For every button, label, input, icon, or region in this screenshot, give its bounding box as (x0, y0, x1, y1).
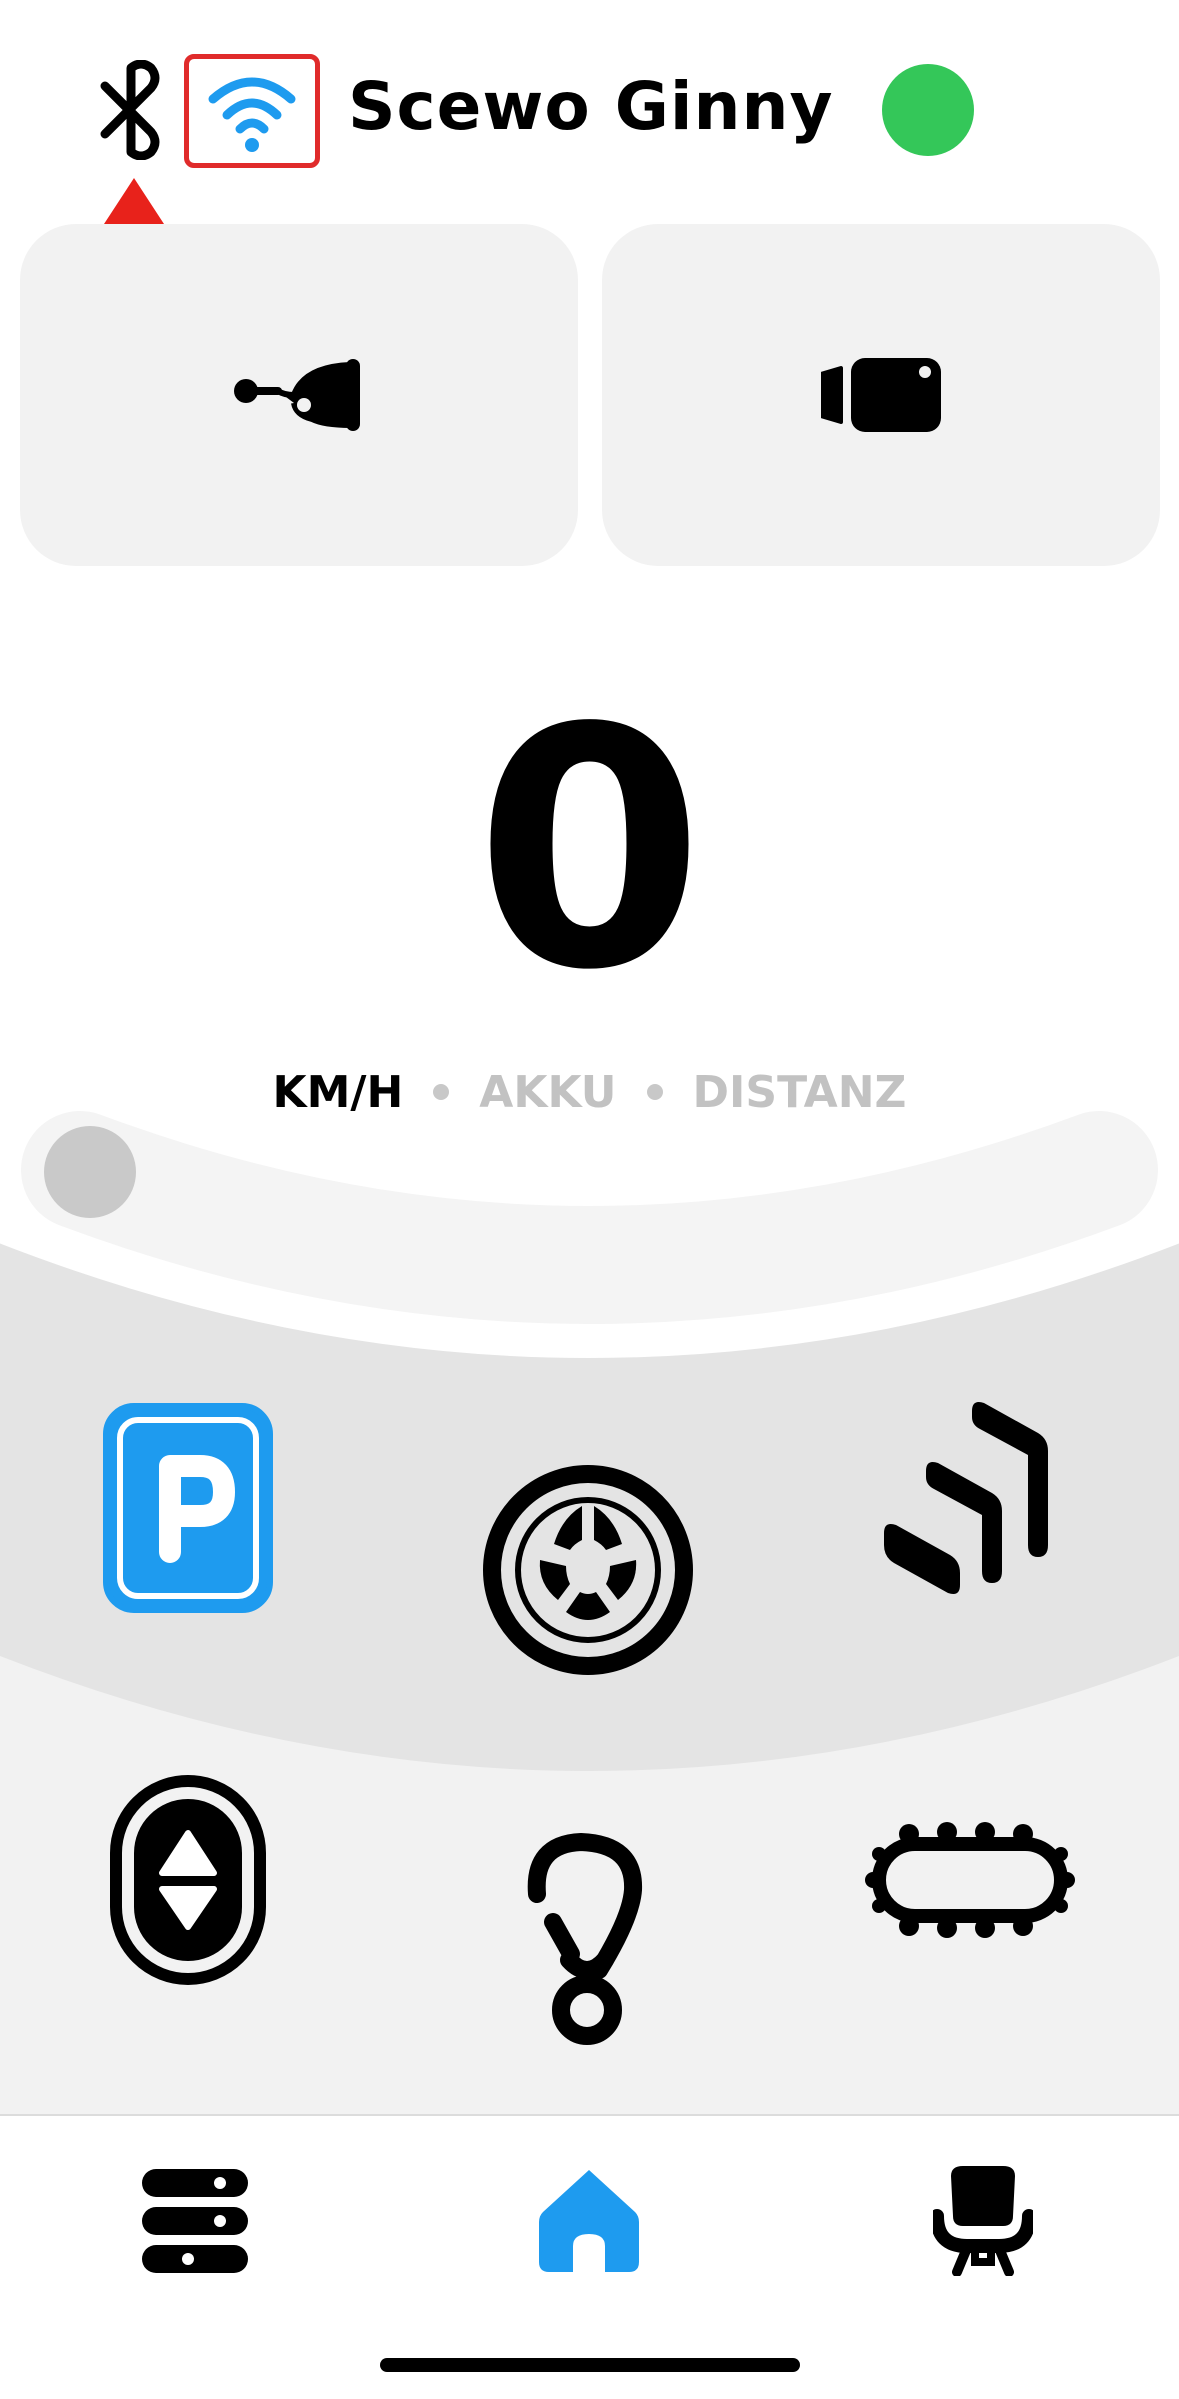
home-indicator (380, 2358, 800, 2372)
stairs-mode-button[interactable] (880, 1390, 1060, 1610)
hook-icon (527, 1832, 643, 2045)
wifi-icon[interactable] (184, 54, 320, 168)
metric-separator (646, 1084, 663, 1100)
height-adjust-button[interactable] (98, 1770, 278, 1990)
horn-button[interactable] (20, 224, 578, 566)
bluetooth-icon[interactable] (95, 59, 167, 161)
stairs-icon (884, 1402, 1048, 1594)
tab-home[interactable] (524, 2156, 654, 2286)
tab-bar (0, 2114, 1179, 2399)
drive-mode-button[interactable] (483, 1460, 693, 1680)
parking-mode-button[interactable] (98, 1398, 278, 1618)
height-adjust-icon (110, 1775, 266, 1985)
metric-separator (433, 1084, 450, 1100)
device-name: Scewo Ginny (348, 68, 834, 145)
speed-slider-track (21, 1111, 1158, 1324)
speed-slider-knob[interactable] (44, 1126, 136, 1218)
wheel-icon (483, 1465, 693, 1675)
tab-seat[interactable] (918, 2156, 1048, 2286)
server-menu-icon (142, 2169, 248, 2273)
home-icon (539, 2170, 639, 2272)
speed-value: 0 (474, 658, 705, 1042)
tracks-mode-button[interactable] (865, 1770, 1075, 1990)
parking-icon (103, 1403, 273, 1613)
horn-icon (234, 359, 360, 431)
hook-mode-button[interactable] (498, 1830, 678, 2050)
seat-icon (933, 2166, 1033, 2276)
camera-button[interactable] (602, 224, 1160, 566)
camera-icon (821, 358, 941, 432)
header: Scewo Ginny (0, 0, 1179, 276)
tab-menu[interactable] (130, 2156, 260, 2286)
track-icon (865, 1822, 1075, 1938)
connection-status-indicator (882, 64, 974, 156)
